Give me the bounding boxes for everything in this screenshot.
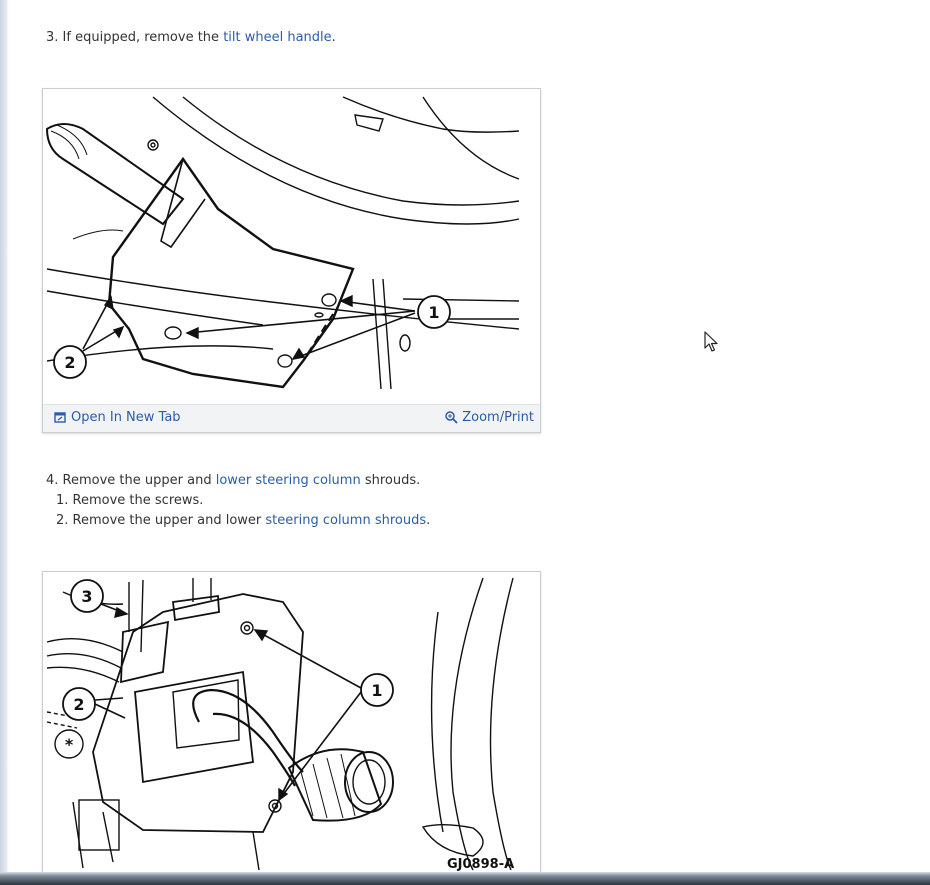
step-text-end: shrouds. xyxy=(364,473,421,488)
tilt-wheel-diagram: 1 2 xyxy=(45,96,520,390)
figure-toolbar: Open In New Tab Zoom/Print xyxy=(43,404,540,432)
substep-text-end: . xyxy=(426,513,431,528)
callout-label-1: 1 xyxy=(428,303,439,322)
callout-label-2: 2 xyxy=(73,695,84,714)
mouse-cursor-icon xyxy=(704,331,718,352)
callout-label-2: 2 xyxy=(64,353,75,372)
step-text: If equipped, remove the xyxy=(62,30,220,45)
substep-number: 2. xyxy=(56,513,69,528)
window-left-edge xyxy=(0,0,9,872)
callout-label-3: 3 xyxy=(81,587,92,606)
step-number: 4. xyxy=(46,473,59,488)
link-tilt-wheel-handle[interactable]: tilt wheel handle xyxy=(223,30,331,45)
figure-code: GJ0898-A xyxy=(447,857,515,872)
substep-number: 1. xyxy=(56,493,69,508)
figure-steering-column-shrouds: * 3 2 1 GJ0898-A xyxy=(42,571,541,873)
substep-text: Remove the upper and lower xyxy=(72,513,262,528)
substep-text: Remove the screws. xyxy=(72,493,204,508)
figure-tilt-wheel-handle: 1 2 Open In New Tab Zoom/Print xyxy=(42,88,541,433)
step-number: 3. xyxy=(46,30,59,45)
link-steering-column-shrouds[interactable]: steering column shrouds xyxy=(265,513,426,528)
steering-column-diagram: * 3 2 1 xyxy=(46,577,514,871)
open-in-new-tab-icon xyxy=(54,412,66,423)
link-lower-steering-column[interactable]: lower steering column xyxy=(216,473,361,488)
magnifier-icon xyxy=(445,411,458,424)
open-in-new-tab-label: Open In New Tab xyxy=(71,410,181,425)
step-3: 3. If equipped, remove the tilt wheel ha… xyxy=(46,28,336,48)
step-4: 4. Remove the upper and lower steering c… xyxy=(46,471,420,491)
zoom-print-label: Zoom/Print xyxy=(462,410,534,425)
taskbar-edge xyxy=(0,872,930,885)
callout-label-1: 1 xyxy=(371,681,382,700)
substep-2: 2. Remove the upper and lower steering c… xyxy=(56,511,430,531)
substep-1: 1. Remove the screws. xyxy=(56,491,203,511)
open-in-new-tab-button[interactable]: Open In New Tab xyxy=(54,410,181,425)
zoom-print-button[interactable]: Zoom/Print xyxy=(445,410,534,425)
svg-text:*: * xyxy=(65,735,74,754)
step-text: Remove the upper and xyxy=(62,473,212,488)
step-text-end: . xyxy=(331,30,336,45)
